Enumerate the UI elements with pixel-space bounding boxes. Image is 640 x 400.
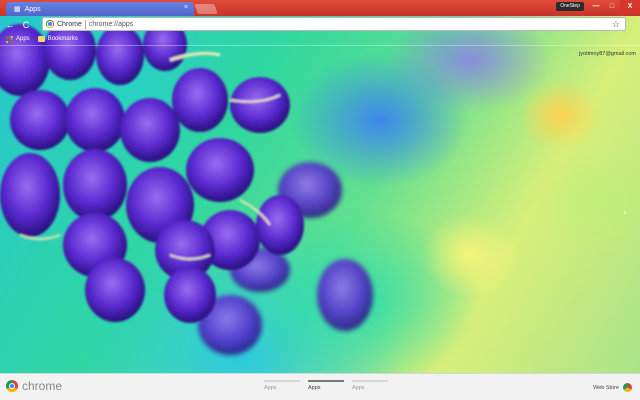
page-switcher: Apps Apps Apps (264, 380, 388, 391)
bookmarks-bar: Apps Bookmarks (0, 33, 640, 46)
page-tab-label: Apps (264, 385, 277, 391)
new-tab-button[interactable] (194, 4, 218, 14)
web-store-icon (623, 383, 632, 392)
window-titlebar: ▦ Apps × OneStep — □ X (0, 0, 640, 16)
page-tab-1[interactable]: Apps (264, 380, 300, 391)
bookmark-folder-bookmarks[interactable]: Bookmarks (37, 36, 78, 42)
web-store-label: Web Store (593, 384, 619, 391)
page-indicator-bar (308, 380, 344, 382)
back-button[interactable]: ← (4, 19, 16, 31)
page-tab-label: Apps (308, 385, 321, 391)
reload-button[interactable]: C (20, 19, 32, 31)
bookmark-star-icon[interactable]: ☆ (612, 19, 620, 30)
window-controls: — □ X (588, 0, 640, 12)
apps-tab-icon: ▦ (14, 6, 21, 13)
close-window-button[interactable]: X (620, 0, 640, 12)
profile-button[interactable]: OneStep (556, 2, 584, 11)
omnibox-url[interactable]: chrome://apps (89, 21, 133, 28)
apps-grid-icon (6, 35, 13, 43)
tab-title: Apps (24, 5, 41, 13)
page-tab-2[interactable]: Apps (308, 380, 344, 391)
folder-icon (37, 36, 45, 42)
chrome-logo-icon (6, 380, 18, 392)
omnibox[interactable]: Chrome chrome://apps ☆ (42, 17, 626, 31)
tab-close-icon[interactable]: × (184, 4, 188, 11)
minimize-button[interactable]: — (588, 0, 604, 12)
omnibox-chip: Chrome (57, 20, 82, 28)
web-store-link[interactable]: Web Store (593, 383, 632, 392)
page-indicator-bar (352, 380, 388, 382)
next-page-chevron-icon[interactable]: › (623, 207, 626, 217)
bookmark-folder-label: Bookmarks (47, 36, 78, 42)
chrome-wordmark: chrome (22, 379, 63, 393)
tab-apps[interactable]: ▦ Apps × (6, 2, 194, 16)
page-indicator-bar (264, 380, 300, 382)
theme-flower-artwork (0, 19, 373, 355)
page-tab-3[interactable]: Apps (352, 380, 388, 391)
page-tab-label: Apps (352, 385, 365, 391)
app-launcher-bar: chrome Apps Apps Apps Web Store (0, 373, 640, 400)
bookmark-apps[interactable]: Apps (6, 35, 30, 43)
bookmark-apps-label: Apps (16, 36, 30, 42)
chrome-brand: chrome (6, 379, 62, 393)
account-email[interactable]: jyotimoy87@gmail.com (579, 51, 636, 57)
chrome-logo-icon (46, 20, 54, 28)
maximize-button[interactable]: □ (604, 0, 620, 12)
omnibox-divider (84, 19, 86, 29)
